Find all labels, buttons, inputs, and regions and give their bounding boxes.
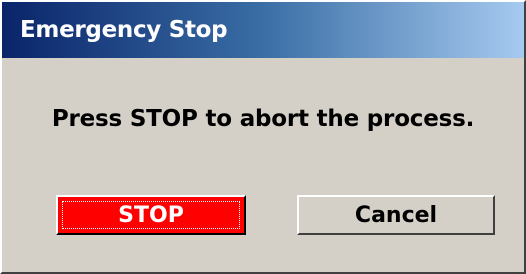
dialog-message: Press STOP to abort the process.: [51, 106, 475, 132]
emergency-stop-dialog: Emergency Stop Press STOP to abort the p…: [0, 0, 526, 274]
window-title: Emergency Stop: [20, 17, 228, 43]
focus-rectangle: [62, 201, 240, 229]
title-bar[interactable]: Emergency Stop: [2, 2, 524, 58]
cancel-button[interactable]: Cancel: [297, 195, 495, 235]
cancel-button-label: Cancel: [354, 202, 438, 228]
stop-button[interactable]: STOP: [56, 195, 246, 235]
